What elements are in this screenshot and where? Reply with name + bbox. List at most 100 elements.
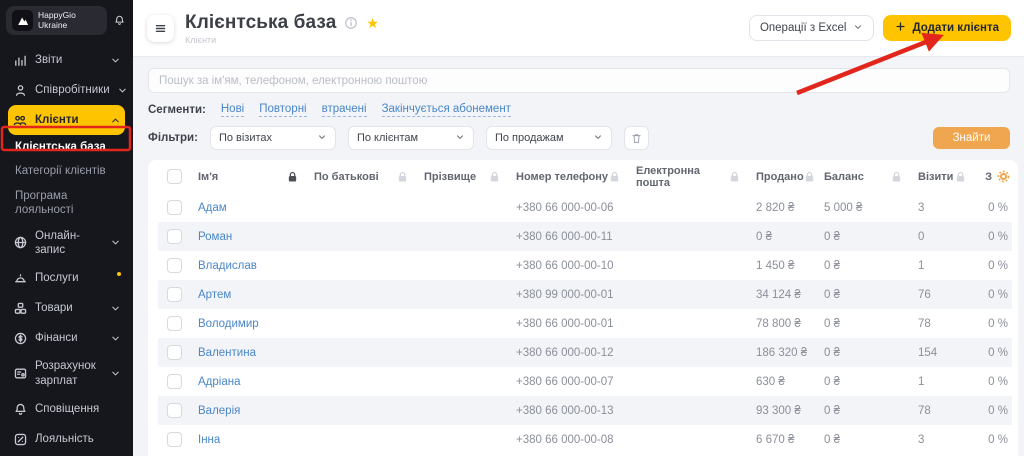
- sidebar-item[interactable]: Послуги: [8, 263, 125, 293]
- table-row[interactable]: Валентина +380 66 000-00-12 186 320 ₴ 0 ₴ 15…: [158, 338, 1012, 367]
- column-header-label: Ім'я: [198, 170, 219, 183]
- row-checkbox[interactable]: [167, 403, 182, 418]
- segment-link[interactable]: Повторні: [259, 103, 307, 117]
- cell-sold: 78 800 ₴: [756, 317, 801, 330]
- chevron-down-icon: [117, 85, 128, 96]
- column-header[interactable]: Електронна пошта: [636, 165, 756, 189]
- row-checkbox[interactable]: [167, 287, 182, 302]
- column-header-label: Номер телефону: [516, 170, 608, 183]
- favorite-star-icon[interactable]: ★: [366, 16, 379, 30]
- row-checkbox[interactable]: [167, 316, 182, 331]
- row-checkbox[interactable]: [167, 345, 182, 360]
- sidebar-item[interactable]: Клієнти: [8, 105, 125, 135]
- sidebar-item-label: Послуги: [35, 272, 79, 285]
- segment-link[interactable]: Закінчується абонемент: [381, 103, 511, 117]
- segment-link[interactable]: Нові: [220, 103, 245, 117]
- filter-select-value: По візитах: [218, 132, 273, 144]
- payroll-card-icon: [12, 366, 28, 381]
- table-row[interactable]: Артем +380 99 000-00-01 34 124 ₴ 0 ₴ 76 0 %: [158, 280, 1012, 309]
- sidebar-nav: Звіти Співробітники Клієнти Клієнтська база…: [0, 39, 133, 456]
- reports-chart-icon: [12, 53, 28, 68]
- cell-name[interactable]: Роман: [198, 231, 314, 243]
- cell-name[interactable]: Валентина: [198, 347, 314, 359]
- lock-icon[interactable]: [489, 171, 500, 183]
- column-header[interactable]: Номер телефону: [516, 171, 636, 183]
- menu-toggle-button[interactable]: [147, 14, 174, 42]
- cell-name[interactable]: Владислав: [198, 260, 314, 272]
- filters-bar: Фільтри: По візитах По клієнтам По продажа…: [148, 126, 1010, 150]
- cell-name[interactable]: Інна: [198, 434, 314, 446]
- cell-name[interactable]: Артем: [198, 289, 314, 301]
- topbar-actions: Операції з Excel Додати клієнта: [748, 15, 1011, 41]
- cell-balance: 0 ₴: [824, 346, 840, 359]
- sidebar-item[interactable]: Онлайн-запис: [8, 223, 125, 264]
- column-header[interactable]: Прізвище: [424, 171, 516, 183]
- cell-visits: 1: [918, 259, 925, 272]
- cell-name[interactable]: Адріана: [198, 376, 314, 388]
- sidebar-subitem[interactable]: Категорії клієнтів: [8, 159, 125, 183]
- lock-icon[interactable]: [729, 171, 740, 183]
- table-row[interactable]: Адам +380 66 000-00-06 2 820 ₴ 5 000 ₴ 3 0 %: [158, 193, 1012, 222]
- row-checkbox[interactable]: [167, 200, 182, 215]
- cell-name[interactable]: Володимир: [198, 318, 314, 330]
- excel-operations-button[interactable]: Операції з Excel: [748, 15, 875, 41]
- caret-down-icon: [455, 132, 465, 145]
- cell-balance: 0 ₴: [824, 259, 840, 272]
- topbar: Клієнтська база ★ Клієнти Операції з Exc…: [133, 0, 1024, 57]
- column-header[interactable]: Ім'я: [198, 171, 314, 183]
- column-header[interactable]: По батькові: [314, 171, 424, 183]
- lock-icon[interactable]: [397, 171, 408, 183]
- gear-icon[interactable]: [997, 170, 1010, 183]
- filter-select[interactable]: По візитах: [209, 126, 336, 150]
- lock-icon[interactable]: [955, 171, 966, 183]
- table-row[interactable]: Адріана +380 66 000-00-07 630 ₴ 0 ₴ 1 0 %: [158, 367, 1012, 396]
- cell-balance: 0 ₴: [824, 230, 840, 243]
- sidebar-item-label: Лояльність: [35, 432, 94, 445]
- search-input[interactable]: [148, 68, 1010, 93]
- cell-visits: 78: [918, 317, 931, 330]
- column-header[interactable]: З: [982, 170, 1012, 183]
- sidebar-item[interactable]: Співробітники: [8, 75, 128, 105]
- lock-icon[interactable]: [804, 171, 815, 183]
- lock-icon[interactable]: [609, 171, 620, 183]
- notifications-bell-icon[interactable]: [111, 14, 127, 27]
- brand-card[interactable]: HappyGio Ukraine: [6, 6, 107, 35]
- find-button[interactable]: Знайти: [933, 127, 1010, 149]
- sidebar-item[interactable]: Розрахунок зарплат: [8, 353, 125, 394]
- table-row[interactable]: Валерія +380 66 000-00-13 93 300 ₴ 0 ₴ 78 0 %: [158, 396, 1012, 425]
- sidebar-subitem[interactable]: Програма лояльності: [8, 184, 125, 223]
- sidebar-item-label: Клієнтська база: [15, 141, 106, 153]
- table-row[interactable]: Інна +380 66 000-00-08 6 670 ₴ 0 ₴ 3 0 %: [158, 425, 1012, 454]
- clear-filters-button[interactable]: [623, 126, 649, 150]
- lock-icon[interactable]: [287, 171, 298, 183]
- cell-name[interactable]: Адам: [198, 202, 314, 214]
- table-row[interactable]: Володимир +380 66 000-00-01 78 800 ₴ 0 ₴ 78 0…: [158, 309, 1012, 338]
- column-header[interactable]: Баланс: [824, 171, 918, 183]
- add-client-button[interactable]: Додати клієнта: [883, 15, 1011, 41]
- services-bell-icon: [12, 271, 28, 286]
- sidebar-item[interactable]: Фінанси: [8, 323, 125, 353]
- sidebar-item[interactable]: Звіти: [8, 45, 125, 75]
- cell-name[interactable]: Валерія: [198, 405, 314, 417]
- row-checkbox[interactable]: [167, 229, 182, 244]
- segment-link[interactable]: втрачені: [321, 103, 367, 117]
- table-row[interactable]: Роман +380 66 000-00-11 0 ₴ 0 ₴ 0 0 %: [158, 222, 1012, 251]
- cell-visits: 78: [918, 404, 931, 417]
- sidebar-item[interactable]: Сповіщення: [8, 394, 125, 424]
- select-all-checkbox[interactable]: [167, 169, 182, 184]
- lock-icon[interactable]: [891, 171, 902, 183]
- row-checkbox[interactable]: [167, 374, 182, 389]
- sidebar-item-label: Сповіщення: [35, 402, 100, 415]
- column-header[interactable]: Візити: [918, 171, 982, 183]
- filter-select[interactable]: По продажам: [485, 126, 612, 150]
- info-icon[interactable]: [344, 16, 358, 30]
- cell-discount: 0 %: [988, 375, 1008, 388]
- row-checkbox[interactable]: [167, 432, 182, 447]
- sidebar-item[interactable]: Товари: [8, 293, 125, 323]
- filter-select[interactable]: По клієнтам: [347, 126, 474, 150]
- column-header[interactable]: Продано: [756, 171, 824, 183]
- sidebar-item[interactable]: Лояльність: [8, 424, 125, 454]
- sidebar-subitem[interactable]: Клієнтська база: [8, 135, 125, 159]
- table-row[interactable]: Владислав +380 66 000-00-10 1 450 ₴ 0 ₴ 1 0 %: [158, 251, 1012, 280]
- row-checkbox[interactable]: [167, 258, 182, 273]
